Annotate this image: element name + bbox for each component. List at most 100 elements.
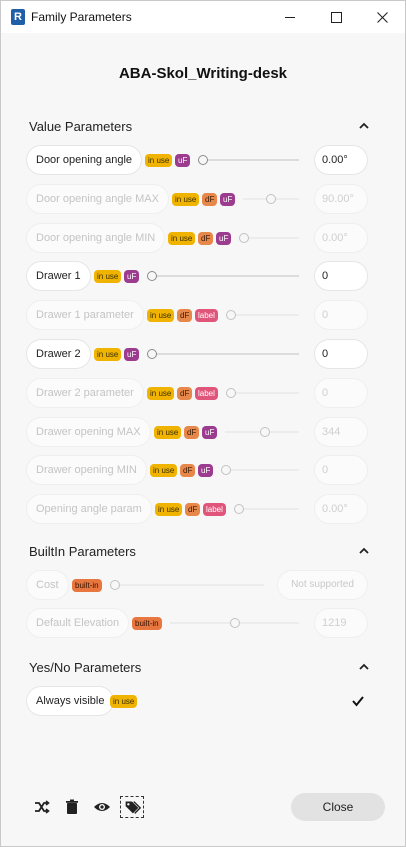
badge-label: label	[195, 309, 218, 323]
value-input: 0	[315, 378, 367, 407]
slider-thumb[interactable]	[198, 155, 208, 165]
parameter-label[interactable]: Cost	[27, 571, 68, 599]
parameter-label[interactable]: Door opening angle	[27, 146, 142, 174]
maximize-icon	[330, 11, 342, 23]
badge-in-use: in use	[110, 695, 138, 708]
slider-thumb[interactable]	[266, 193, 276, 204]
minimize-icon	[284, 16, 295, 18]
parameter-row-door-opening-angle-min: Door opening angle MIN in use dF uF 0.00°	[27, 223, 373, 252]
value-input: 0.00°	[315, 223, 367, 252]
family-name: ABA-Skol_Writing-desk	[118, 65, 288, 82]
value-input[interactable]: 0	[315, 340, 367, 368]
slider-track[interactable]	[226, 391, 299, 394]
badge-uf: uF	[175, 154, 191, 167]
slider-track[interactable]	[221, 469, 299, 472]
tags-icon[interactable]	[120, 796, 144, 818]
value-input: 0	[315, 456, 367, 485]
badge-in-use: in use	[172, 192, 200, 206]
parameter-label[interactable]: Drawer opening MAX	[27, 417, 150, 446]
parameter-row-drawer-opening-max: Drawer opening MAX in use dF uF 344	[27, 417, 373, 446]
value-input[interactable]: 0	[315, 262, 367, 291]
badge-in-use: in use	[94, 270, 122, 284]
badge-uf: uF	[124, 348, 140, 361]
badge-uf: uF	[202, 425, 218, 439]
parameter-row-drawer-1-parameter: Drawer 1 parameter in use dF label 0	[27, 301, 373, 330]
close-window-button[interactable]	[359, 1, 405, 33]
parameter-row-drawer-opening-min: Drawer opening MIN in use dF uF 0	[27, 456, 373, 485]
slider-thumb[interactable]	[239, 232, 249, 243]
badge-in-use: in use	[147, 309, 175, 323]
chevron-up-icon[interactable]	[357, 544, 371, 558]
parameter-row-door-opening-angle: Door opening angle in use uF 0.00°	[27, 146, 373, 174]
chevron-up-icon[interactable]	[357, 119, 371, 133]
badge-uf: uF	[220, 192, 236, 206]
badge-in-use: in use	[155, 503, 183, 517]
badge-built-in: built-in	[72, 579, 102, 592]
badge-df: dF	[185, 503, 201, 517]
slider-track[interactable]	[198, 159, 299, 161]
minimize-button[interactable]	[267, 1, 313, 33]
slider-track[interactable]	[110, 584, 264, 586]
value-input: 0.00°	[315, 495, 367, 524]
slider-thumb[interactable]	[147, 271, 157, 282]
slider-thumb[interactable]	[221, 465, 231, 476]
badge-label: label	[203, 503, 226, 517]
parameter-row-cost: Cost built-in Not supported	[27, 571, 373, 599]
badge-in-use: in use	[150, 464, 178, 478]
badge-df: dF	[198, 231, 214, 245]
parameter-row-default-elevation: Default Elevation built-in 1219	[27, 609, 373, 637]
value-input: 1219	[315, 609, 367, 637]
badge-in-use: in use	[145, 154, 173, 167]
value-input: 344	[315, 417, 367, 446]
badge-in-use: in use	[94, 348, 122, 361]
slider-thumb[interactable]	[260, 426, 270, 437]
parameter-label[interactable]: Door opening angle MAX	[27, 184, 168, 213]
revit-app-icon: R	[11, 9, 25, 25]
trash-icon[interactable]	[63, 798, 81, 816]
slider-thumb[interactable]	[147, 349, 157, 359]
title-bar[interactable]: R Family Parameters	[1, 1, 405, 33]
parameter-row-door-opening-angle-max: Door opening angle MAX in use dF uF 90.00°	[27, 184, 373, 213]
value-input[interactable]: 0.00°	[315, 146, 367, 174]
slider-thumb[interactable]	[110, 580, 120, 590]
parameter-label[interactable]: Door opening angle MIN	[27, 223, 165, 252]
badge-df: dF	[184, 425, 200, 439]
close-icon	[376, 11, 388, 23]
section-title-builtin-parameters: BuiltIn Parameters	[29, 544, 136, 559]
badge-in-use: in use	[147, 386, 175, 400]
value-not-supported: Not supported	[278, 571, 367, 599]
shuffle-icon[interactable]	[33, 798, 51, 816]
badge-df: dF	[180, 464, 196, 478]
close-button[interactable]: Close	[291, 793, 385, 821]
parameter-row-always-visible: Always visible in use	[27, 687, 373, 715]
parameter-row-drawer-2: Drawer 2 in use uF 0	[27, 340, 373, 368]
parameter-label[interactable]: Drawer 2	[27, 340, 90, 368]
parameter-row-drawer-1: Drawer 1 in use uF 0	[27, 262, 373, 291]
parameter-label[interactable]: Drawer 1	[27, 262, 90, 291]
chevron-up-icon[interactable]	[357, 660, 371, 674]
slider-thumb[interactable]	[226, 310, 236, 321]
slider-thumb[interactable]	[234, 504, 244, 515]
eye-icon[interactable]	[93, 798, 111, 816]
badge-uf: uF	[216, 231, 232, 245]
badge-uf: uF	[198, 464, 214, 478]
parameter-label[interactable]: Drawer 1 parameter	[27, 301, 143, 330]
maximize-button[interactable]	[313, 1, 359, 33]
section-title-value-parameters: Value Parameters	[29, 119, 133, 134]
slider-thumb[interactable]	[230, 618, 240, 628]
slider-thumb[interactable]	[226, 387, 236, 398]
slider-track[interactable]	[226, 314, 299, 317]
family-parameters-window: R Family Parameters ABA-Skol_Writing-des…	[0, 0, 406, 847]
parameter-label[interactable]: Drawer opening MIN	[27, 456, 146, 485]
parameter-label[interactable]: Default Elevation	[27, 609, 129, 637]
parameter-row-drawer-2-parameter: Drawer 2 parameter in use dF label 0	[27, 378, 373, 407]
section-title-yesno-parameters: Yes/No Parameters	[29, 660, 142, 675]
parameter-label[interactable]: Always visible	[27, 687, 114, 715]
parameter-label[interactable]: Drawer 2 parameter	[27, 378, 143, 407]
window-title: Family Parameters	[31, 10, 132, 24]
badge-df: dF	[202, 192, 218, 206]
slider-track[interactable]	[147, 353, 299, 355]
parameter-label[interactable]: Opening angle param	[27, 495, 151, 524]
checkbox-always-visible[interactable]	[351, 694, 365, 708]
slider-track[interactable]	[147, 275, 299, 278]
